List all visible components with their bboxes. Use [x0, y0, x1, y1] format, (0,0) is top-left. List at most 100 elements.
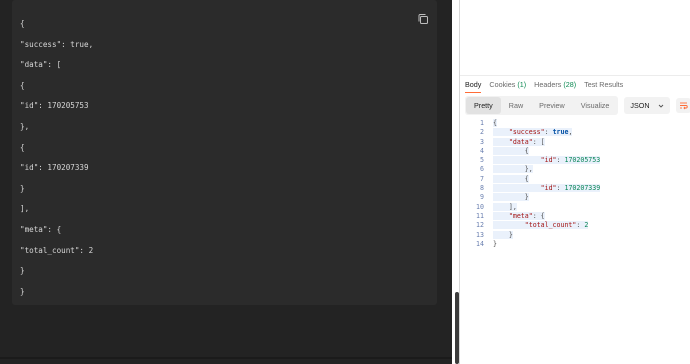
line-code: "meta": {	[493, 211, 545, 221]
request-docs-pane: { "success": true, "data": [ { "id": 170…	[0, 0, 452, 364]
view-visualize-button[interactable]: Visualize	[573, 97, 618, 114]
chevron-down-icon	[658, 104, 663, 108]
json-brace: {	[493, 119, 497, 127]
json-comma: ,	[568, 128, 573, 137]
editor-line: 1{	[460, 119, 690, 128]
line-code: "id": 170205753	[493, 156, 601, 165]
json-brace: {	[524, 174, 529, 183]
code-line: {	[20, 80, 25, 90]
code-line: }	[20, 266, 25, 276]
editor-line: 9 }	[460, 193, 690, 202]
line-highlight: },	[493, 165, 533, 174]
code-line: "id": 170205753	[20, 101, 89, 111]
view-pretty-button[interactable]: Pretty	[466, 97, 501, 114]
line-code: ],	[493, 202, 517, 212]
copy-icon[interactable]	[417, 12, 429, 24]
code-line: {	[20, 142, 25, 152]
editor-line: 12 "total_count": 2	[460, 221, 690, 230]
editor-line: 13 }	[460, 230, 690, 240]
pane-footer-line	[0, 357, 452, 359]
line-code: {	[493, 119, 497, 128]
tab-count: (1)	[517, 80, 527, 89]
line-number: 8	[480, 184, 484, 193]
line-number: 12	[476, 221, 484, 230]
line-number: 4	[480, 146, 484, 155]
line-number: 6	[480, 165, 484, 174]
view-preview-button[interactable]: Preview	[531, 97, 573, 114]
editor-line: 7 {	[460, 174, 690, 184]
tab-label: Test Results	[584, 80, 624, 89]
line-number: 10	[476, 202, 484, 211]
editor-line: 6 },	[460, 165, 690, 174]
json-brace: {	[524, 146, 529, 155]
code-line: },	[20, 121, 30, 131]
code-line: "success": true,	[20, 39, 94, 49]
line-highlight: "success": true,	[493, 128, 573, 137]
example-json-code: { "success": true, "data": [ { "id": 170…	[20, 14, 417, 302]
editor-line: 2 "success": true,	[460, 128, 690, 137]
editor-line: 11 "meta": {	[460, 211, 690, 221]
tab-count: (28)	[563, 80, 577, 89]
line-number: 2	[480, 128, 484, 137]
response-body-editor[interactable]: 1{ 2 "success": true, 3 "data": [ 4 { 5 …	[460, 119, 690, 249]
line-code: "success": true,	[493, 128, 573, 137]
editor-line: 4 {	[460, 146, 690, 156]
line-code: {	[493, 174, 529, 184]
code-line: "id": 170207339	[20, 163, 89, 173]
json-colon: :	[544, 128, 553, 137]
line-code: "id": 170207339	[493, 184, 601, 193]
editor-line: 5 "id": 170205753	[460, 156, 690, 165]
line-number: 7	[480, 174, 484, 183]
json-bracket: ],	[508, 202, 517, 211]
line-highlight: {	[493, 146, 529, 155]
tab-label: Headers	[534, 80, 562, 89]
tab-headers[interactable]: Headers (28)	[534, 80, 576, 92]
json-key: "id"	[540, 156, 557, 165]
tab-cookies[interactable]: Cookies (1)	[489, 80, 526, 92]
line-code: },	[493, 165, 533, 174]
line-code: }	[493, 193, 529, 202]
editor-line: 3 "data": [	[460, 137, 690, 147]
json-number: 170207339	[564, 184, 601, 193]
json-key: "data"	[508, 137, 533, 146]
line-code: "total_count": 2	[493, 221, 589, 230]
line-number: 11	[476, 211, 484, 220]
json-bracket: [	[540, 137, 545, 146]
line-number: 1	[480, 119, 484, 127]
code-line: "data": [	[20, 60, 62, 70]
line-number: 5	[480, 156, 484, 165]
json-key: "success"	[508, 128, 545, 137]
wrap-lines-icon	[679, 102, 688, 110]
wrap-lines-button[interactable]	[675, 98, 690, 113]
json-key: "total_count"	[524, 221, 577, 230]
json-colon: :	[532, 137, 541, 146]
response-tabs: Body Cookies (1) Headers (28) Test Resul…	[465, 80, 623, 93]
line-highlight: "id": 170207339	[493, 184, 601, 193]
json-brace: },	[524, 165, 533, 174]
line-highlight: "total_count": 2	[493, 221, 589, 230]
line-highlight: }	[493, 193, 529, 202]
line-number: 13	[476, 230, 484, 239]
code-line: }	[20, 286, 25, 296]
editor-line: 8 "id": 170207339	[460, 184, 690, 193]
format-value: JSON	[630, 101, 650, 110]
code-line: "total_count": 2	[20, 245, 94, 255]
body-toolbar: Pretty Raw Preview Visualize JSON	[465, 96, 690, 115]
line-number: 9	[480, 193, 484, 202]
json-colon: :	[532, 211, 541, 220]
view-raw-button[interactable]: Raw	[501, 97, 531, 114]
tab-body[interactable]: Body	[465, 80, 482, 93]
response-pane: Body Cookies (1) Headers (28) Test Resul…	[460, 0, 690, 364]
tab-label: Cookies	[489, 80, 516, 89]
format-select[interactable]: JSON	[624, 97, 670, 114]
editor-line: 14}	[460, 240, 690, 249]
line-highlight: }	[493, 230, 513, 239]
line-highlight: "data": [	[493, 137, 545, 146]
line-highlight: ],	[493, 202, 517, 211]
line-code: }	[493, 240, 497, 249]
json-number: 170205753	[564, 156, 601, 165]
json-brace: {	[540, 211, 545, 220]
view-mode-switch: Pretty Raw Preview Visualize	[465, 96, 619, 115]
line-highlight: {	[493, 174, 529, 183]
tab-test-results[interactable]: Test Results	[584, 80, 623, 92]
